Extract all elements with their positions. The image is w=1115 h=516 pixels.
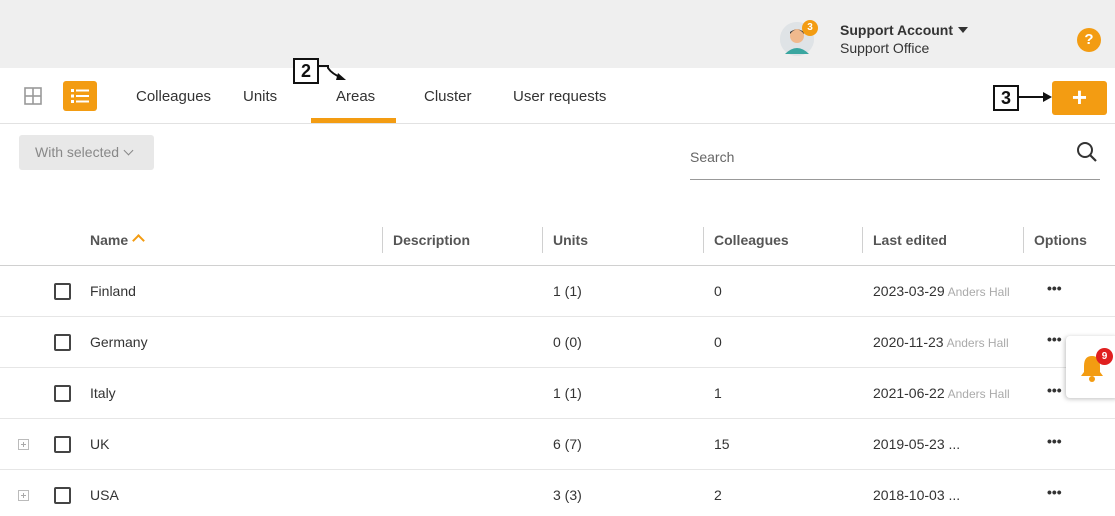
search-input[interactable]: [690, 134, 1100, 180]
with-selected-label: With selected: [35, 144, 120, 160]
row-last-edited: 2020-11-23 Anders Hall: [873, 334, 1009, 350]
table-row: Italy 1 (1) 1 2021-06-22 Anders Hall •••: [0, 368, 1115, 419]
row-editor: Anders Hall: [947, 285, 1010, 299]
expand-icon[interactable]: [18, 490, 29, 501]
row-date: 2019-05-23 ...: [873, 436, 961, 452]
search-icon[interactable]: [1076, 141, 1098, 163]
list-view-button[interactable]: [63, 81, 97, 111]
tab-units[interactable]: Units: [243, 88, 277, 105]
list-view-icon: [71, 89, 89, 103]
column-separator: [382, 227, 383, 253]
top-bar: 3 Support Account Support Office ?: [0, 0, 1115, 68]
row-colleagues: 15: [714, 436, 730, 452]
table-row: Finland 1 (1) 0 2023-03-29 Anders Hall ••…: [0, 266, 1115, 317]
nav-row: Colleagues Units Areas Cluster User requ…: [0, 68, 1115, 124]
row-last-edited: 2019-05-23 ...: [873, 436, 960, 452]
row-date: 2020-11-23: [873, 334, 944, 350]
tab-user-requests[interactable]: User requests: [513, 88, 606, 105]
table-row: UK 6 (7) 15 2019-05-23 ... •••: [0, 419, 1115, 470]
row-name[interactable]: Italy: [90, 385, 116, 401]
row-date: 2018-10-03 ...: [873, 487, 961, 503]
table-row: Germany 0 (0) 0 2020-11-23 Anders Hall ••…: [0, 317, 1115, 368]
row-date: 2023-03-29: [873, 283, 945, 299]
callout-3: 3: [993, 85, 1019, 111]
row-options-button[interactable]: •••: [1047, 331, 1062, 347]
expand-icon[interactable]: [18, 439, 29, 450]
row-units: 3 (3): [553, 487, 582, 503]
table-row: USA 3 (3) 2 2018-10-03 ... •••: [0, 470, 1115, 516]
callout-2: 2: [293, 58, 319, 84]
row-date: 2021-06-22: [873, 385, 945, 401]
account-name: Support Account: [840, 22, 954, 38]
account-office: Support Office: [840, 40, 930, 56]
row-name[interactable]: UK: [90, 436, 109, 452]
callout-arrow-icon: [319, 65, 346, 80]
row-colleagues: 2: [714, 487, 722, 503]
column-name[interactable]: Name: [90, 232, 128, 248]
column-options: Options: [1034, 232, 1087, 248]
table-header: Name Description Units Colleagues Last e…: [0, 215, 1115, 266]
row-colleagues: 0: [714, 334, 722, 350]
row-options-button[interactable]: •••: [1047, 484, 1062, 500]
row-checkbox[interactable]: [54, 334, 71, 351]
row-colleagues: 1: [714, 385, 722, 401]
row-name[interactable]: Germany: [90, 334, 148, 350]
row-units: 6 (7): [553, 436, 582, 452]
row-units: 1 (1): [553, 283, 582, 299]
row-colleagues: 0: [714, 283, 722, 299]
row-last-edited: 2021-06-22 Anders Hall: [873, 385, 1010, 401]
row-name[interactable]: USA: [90, 487, 119, 503]
row-last-edited: 2018-10-03 ...: [873, 487, 960, 503]
grid-view-icon[interactable]: [24, 87, 42, 105]
row-units: 1 (1): [553, 385, 582, 401]
chevron-down-icon: [123, 145, 134, 156]
column-colleagues[interactable]: Colleagues: [714, 232, 789, 248]
row-options-button[interactable]: •••: [1047, 280, 1062, 296]
avatar[interactable]: 3: [780, 20, 818, 56]
row-options-button[interactable]: •••: [1047, 433, 1062, 449]
notifications-button[interactable]: 9: [1066, 336, 1115, 398]
column-separator: [1023, 227, 1024, 253]
row-checkbox[interactable]: [54, 385, 71, 402]
row-editor: Anders Hall: [946, 336, 1009, 350]
row-checkbox[interactable]: [54, 283, 71, 300]
tab-areas[interactable]: Areas: [336, 88, 375, 105]
account-menu[interactable]: Support Account Support Office: [840, 22, 969, 56]
row-units: 0 (0): [553, 334, 582, 350]
column-separator: [542, 227, 543, 253]
sort-ascending-icon[interactable]: [132, 234, 145, 247]
row-name[interactable]: Finland: [90, 283, 136, 299]
column-last-edited[interactable]: Last edited: [873, 232, 947, 248]
column-description[interactable]: Description: [393, 232, 470, 248]
with-selected-dropdown[interactable]: With selected: [19, 135, 154, 170]
notification-count-badge: 9: [1096, 348, 1113, 365]
row-options-button[interactable]: •••: [1047, 382, 1062, 398]
column-separator: [703, 227, 704, 253]
callout-arrow-icon: [1019, 92, 1052, 102]
column-units[interactable]: Units: [553, 232, 588, 248]
row-last-edited: 2023-03-29 Anders Hall: [873, 283, 1010, 299]
caret-down-icon: [958, 27, 969, 33]
row-checkbox[interactable]: [54, 487, 71, 504]
help-button[interactable]: ?: [1077, 28, 1101, 52]
active-tab-indicator: [311, 118, 396, 123]
tab-colleagues[interactable]: Colleagues: [136, 88, 211, 105]
add-area-button[interactable]: +: [1052, 81, 1107, 115]
row-editor: Anders Hall: [947, 387, 1010, 401]
column-separator: [862, 227, 863, 253]
avatar-badge: 3: [802, 20, 818, 36]
tab-cluster[interactable]: Cluster: [424, 88, 472, 105]
row-checkbox[interactable]: [54, 436, 71, 453]
